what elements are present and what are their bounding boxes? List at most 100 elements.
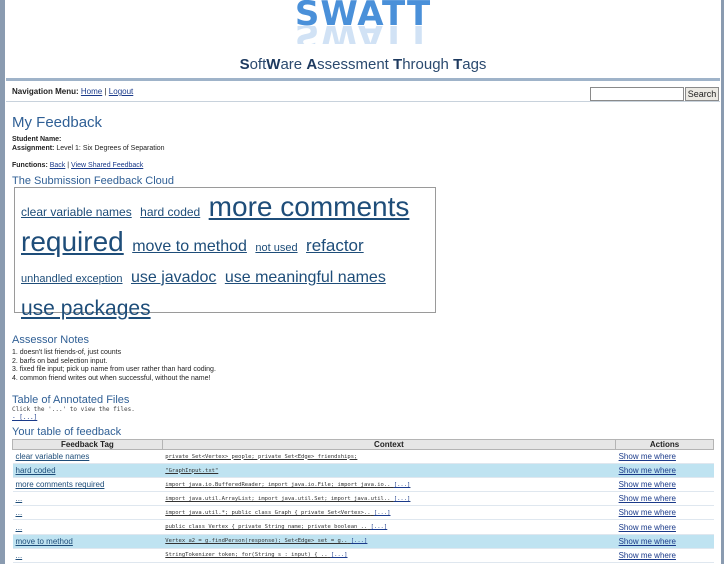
window-frame-left — [0, 0, 5, 564]
assessor-note: 1. doesn't list friends-of, just counts — [12, 349, 122, 356]
feedback-tag-cloud: clear variable names hard coded more com… — [14, 187, 436, 320]
nav-separator: | — [104, 87, 107, 96]
assessor-notes-title: Assessor Notes — [12, 334, 90, 346]
feedback-tag-cell: move to method — [12, 534, 163, 549]
context-expand-link[interactable]: [...] — [374, 510, 391, 516]
tagline-initial: S — [239, 56, 250, 73]
back-link[interactable]: Back — [50, 162, 66, 169]
actions-cell: Show me where — [615, 519, 714, 535]
submission-meta: Student Name: Assignment: Level 1: Six D… — [12, 135, 165, 153]
cloud-tag-link[interactable]: hard coded — [140, 205, 200, 219]
feedback-tag-link[interactable]: ... — [16, 551, 23, 560]
navigation-menu: Navigation Menu: Home | Logout — [12, 87, 133, 96]
context-cell: public class Vertex { private String nam… — [162, 519, 616, 535]
cloud-tag-link[interactable]: not used — [255, 242, 297, 254]
feedback-tag-link[interactable]: hard coded — [16, 466, 56, 475]
context-expand-link[interactable]: [...] — [371, 524, 388, 530]
feedback-tag-cell: ... — [12, 491, 163, 507]
feedback-table-title: Your table of feedback — [12, 426, 122, 438]
show-me-where-link[interactable]: Show me where — [619, 551, 676, 560]
feedback-tag-cell: ... — [12, 505, 163, 521]
actions-cell: Show me where — [615, 534, 714, 549]
tagline-initial: T — [453, 56, 463, 73]
feedback-tag-cell: hard coded — [12, 463, 163, 479]
home-link[interactable]: Home — [81, 87, 102, 96]
cloud-tag-link[interactable]: use javadoc — [131, 269, 216, 286]
context-snippet: import java.io.BufferedReader; import ja… — [165, 481, 391, 488]
annotated-file-link[interactable]: - [...] — [12, 414, 37, 421]
site-header: SWATT SWATT SoftWare Assessment Through … — [6, 0, 720, 82]
show-me-where-link[interactable]: Show me where — [619, 494, 676, 503]
table-row: ... import java.util.ArrayList; import ja… — [12, 491, 714, 507]
search-button[interactable]: Search — [685, 87, 719, 101]
column-header-feedback-tag: Feedback Tag — [12, 439, 163, 450]
assignment-value: Level 1: Six Degrees of Separation — [56, 145, 165, 152]
cloud-tag-link[interactable]: required — [21, 226, 124, 257]
context-cell: Vertex a2 = g.findPerson(response); Set<… — [162, 534, 616, 549]
view-shared-feedback-link[interactable]: View Shared Feedback — [71, 162, 143, 169]
show-me-where-link[interactable]: Show me where — [619, 523, 676, 532]
page-title: My Feedback — [12, 114, 103, 131]
show-me-where-link[interactable]: Show me where — [619, 452, 676, 461]
header-divider — [6, 78, 720, 81]
column-header-actions: Actions — [615, 439, 714, 450]
assessor-note: 4. common friend writes out when success… — [12, 374, 211, 382]
feedback-tag-link[interactable]: more comments required — [16, 480, 105, 489]
context-snippet: private Set<Vertex> people; private Set<… — [165, 453, 358, 460]
context-expand-link[interactable]: [...] — [351, 538, 368, 544]
search-input[interactable] — [590, 87, 684, 101]
tagline-initial: T — [393, 56, 403, 73]
show-me-where-link[interactable]: Show me where — [619, 480, 676, 489]
actions-cell: Show me where — [615, 449, 714, 465]
actions-cell: Show me where — [615, 548, 714, 563]
show-me-where-link[interactable]: Show me where — [619, 466, 676, 475]
cloud-tag-link[interactable]: use meaningful names — [225, 269, 386, 286]
show-me-where-link[interactable]: Show me where — [619, 537, 676, 546]
feedback-tag-cell: clear variable names — [12, 449, 163, 465]
context-snippet: StringTokenizer token; for(String s : in… — [165, 552, 328, 559]
actions-cell: Show me where — [615, 477, 714, 493]
table-row: ... StringTokenizer token; for(String s :… — [12, 548, 714, 563]
navigation-bar: Navigation Menu: Home | Logout Search — [6, 82, 720, 102]
context-cell: private Set<Vertex> people; private Set<… — [162, 449, 616, 465]
table-row: clear variable names private Set<Vertex> … — [12, 449, 714, 465]
functions-label: Functions: — [12, 162, 48, 169]
feedback-table: Feedback Tag Context Actions clear varia… — [12, 439, 714, 563]
context-expand-link[interactable]: [...] — [331, 552, 348, 558]
functions-separator: | — [67, 162, 70, 169]
feedback-tag-link[interactable]: ... — [16, 494, 23, 503]
cloud-tag-link[interactable]: refactor — [306, 236, 364, 255]
assessor-notes: 1. doesn't list friends-of, just counts … — [12, 349, 216, 383]
feedback-tag-link[interactable]: move to method — [16, 537, 73, 546]
swatt-logo-reflection: SWATT — [6, 26, 720, 44]
context-snippet: Vertex a2 = g.findPerson(response); Set<… — [165, 538, 348, 545]
logout-link[interactable]: Logout — [109, 87, 133, 96]
cloud-tag-link[interactable]: move to method — [132, 238, 247, 255]
context-cell: StringTokenizer token; for(String s : in… — [162, 548, 616, 563]
context-cell: import java.util.*; public class Graph {… — [162, 505, 616, 521]
feedback-tag-link[interactable]: clear variable names — [16, 452, 90, 461]
annotated-files-title: Table of Annotated Files — [12, 394, 130, 406]
feedback-table-body: clear variable names private Set<Vertex> … — [12, 449, 714, 563]
feedback-tag-link[interactable]: ... — [16, 508, 23, 517]
feedback-tag-cell: more comments required — [12, 477, 163, 493]
assessor-note: 2. barfs on bad selection input. — [12, 357, 108, 365]
cloud-tag-link[interactable]: unhandled exception — [21, 273, 123, 285]
annotated-files-hint: Click the '...' to view the files. — [12, 406, 135, 413]
context-snippet: import java.util.ArrayList; import java.… — [165, 495, 391, 502]
tagline-initial: W — [266, 56, 281, 73]
cloud-tag-link[interactable]: more comments — [209, 191, 410, 222]
cloud-tag-link[interactable]: use packages — [21, 297, 151, 320]
cloud-tag-link[interactable]: clear variable names — [21, 205, 132, 219]
context-expand-link[interactable]: [...] — [394, 482, 411, 488]
student-name-label: Student Name: — [12, 136, 62, 143]
context-cell: "GraphInput.txt" — [162, 463, 616, 479]
feedback-tag-cell: ... — [12, 548, 163, 563]
context-expand-link[interactable]: [...] — [394, 496, 411, 502]
navigation-menu-label: Navigation Menu: — [12, 87, 79, 96]
feedback-tag-cell: ... — [12, 519, 163, 535]
context-snippet: "GraphInput.txt" — [165, 467, 219, 474]
context-snippet: import java.util.*; public class Graph {… — [165, 509, 371, 516]
show-me-where-link[interactable]: Show me where — [619, 508, 676, 517]
feedback-tag-link[interactable]: ... — [16, 523, 23, 532]
